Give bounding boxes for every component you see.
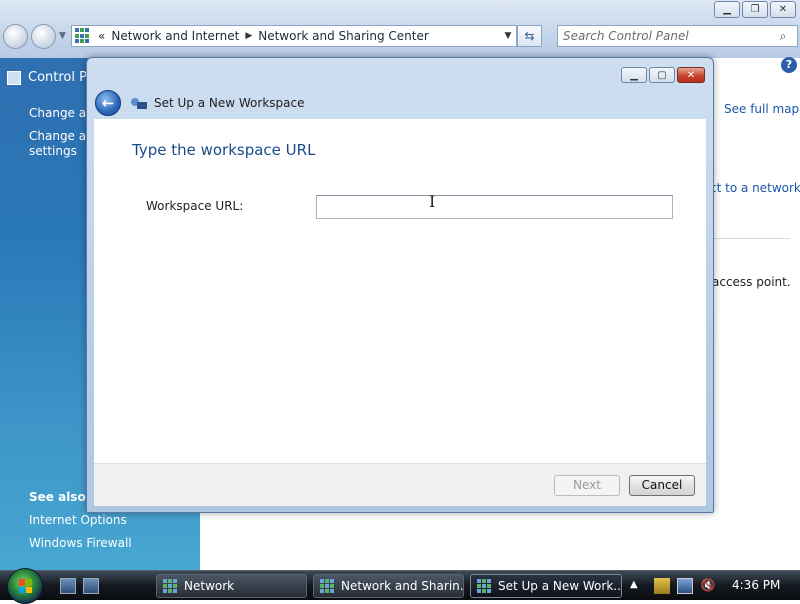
show-hidden-icons-icon[interactable]: ▲: [630, 579, 638, 590]
search-icon[interactable]: ⌕: [773, 29, 793, 44]
volume-muted-icon[interactable]: 🔇: [700, 578, 716, 594]
dialog-minimize-button[interactable]: ▁: [621, 67, 647, 83]
address-dropdown-icon[interactable]: ▼: [500, 31, 516, 41]
restore-icon: ❐: [750, 4, 760, 15]
see-also-internet-options[interactable]: Internet Options: [29, 513, 127, 528]
see-also-heading: See also: [29, 490, 86, 504]
search-box: ⌕: [557, 25, 798, 47]
task-link-change-adapter[interactable]: Change ad: [29, 106, 94, 121]
connect-to-network-link[interactable]: ct to a network: [710, 181, 800, 195]
see-full-map-link[interactable]: See full map: [724, 102, 799, 116]
task-link-settings[interactable]: settings: [29, 144, 77, 159]
breadcrumb-separator-icon[interactable]: ▶: [242, 31, 255, 41]
switch-windows-icon[interactable]: [83, 578, 99, 594]
help-icon[interactable]: ?: [781, 57, 797, 73]
task-link-change-advanced[interactable]: Change ad: [29, 129, 94, 144]
new-workspace-wizard: ▁ ▢ ✕ ← Set Up a New Workspace Type the …: [86, 57, 714, 513]
minimize-button[interactable]: ▁: [714, 1, 740, 18]
minimize-icon: ▁: [630, 69, 638, 81]
recent-pages-chevron-icon[interactable]: ▼: [59, 31, 66, 41]
close-icon: ✕: [778, 4, 788, 15]
address-bar[interactable]: « Network and Internet ▶ Network and Sha…: [71, 25, 517, 47]
dialog-close-button[interactable]: ✕: [677, 67, 705, 83]
control-panel-icon: [75, 28, 91, 44]
taskbar-label: Network and Sharin...: [341, 579, 464, 593]
maximize-icon: ▢: [657, 69, 667, 81]
back-arrow-icon: ←: [101, 94, 115, 112]
window-controls: ▁ ❐ ✕: [714, 1, 796, 18]
breadcrumb-overflow[interactable]: «: [95, 29, 108, 43]
divider: [714, 238, 790, 239]
back-nav-button[interactable]: [3, 24, 28, 49]
control-panel-small-icon: [7, 71, 21, 85]
taskbar-button-new-workspace[interactable]: Set Up a New Work...: [470, 574, 622, 598]
refresh-button[interactable]: ⇆: [517, 25, 542, 47]
workspace-wizard-icon: [477, 578, 492, 594]
clock[interactable]: 4:36 PM: [732, 578, 780, 592]
workspace-url-input[interactable]: [316, 195, 673, 219]
taskbar-button-network[interactable]: Network: [156, 574, 307, 598]
close-button[interactable]: ✕: [770, 1, 796, 18]
forward-nav-button[interactable]: [31, 24, 56, 49]
search-input[interactable]: [558, 27, 773, 45]
access-point-text: access point.: [712, 275, 791, 289]
security-tray-icon[interactable]: [654, 578, 670, 594]
refresh-icon: ⇆: [524, 29, 535, 43]
explorer-toolbar: ▁ ❐ ✕ ▼ « Network and Internet ▶ Network…: [0, 0, 800, 58]
control-panel-home-link[interactable]: Control Pa: [28, 70, 94, 85]
dialog-window-controls: ▁ ▢ ✕: [621, 67, 705, 83]
show-desktop-icon[interactable]: [60, 578, 76, 594]
text-cursor-icon: I: [429, 192, 436, 211]
network-tray-icon[interactable]: [677, 578, 693, 594]
dialog-footer: Next Cancel: [94, 463, 706, 506]
taskbar-label: Set Up a New Work...: [498, 579, 622, 593]
network-icon: [163, 578, 178, 594]
next-button[interactable]: Next: [554, 475, 620, 496]
wizard-back-button[interactable]: ←: [95, 90, 121, 116]
maximize-button[interactable]: ❐: [742, 1, 768, 18]
breadcrumb-network-internet[interactable]: Network and Internet: [108, 29, 242, 43]
taskbar: Network Network and Sharin... Set Up a N…: [0, 568, 800, 604]
dialog-title: Set Up a New Workspace: [154, 96, 305, 110]
dialog-header: ← Set Up a New Workspace: [95, 88, 705, 118]
taskbar-label: Network: [184, 579, 235, 593]
windows-logo-icon: [19, 579, 33, 593]
start-button[interactable]: [7, 568, 43, 604]
dialog-maximize-button[interactable]: ▢: [649, 67, 675, 83]
dialog-content: Type the workspace URL Workspace URL: I: [94, 119, 706, 463]
taskbar-button-sharing-center[interactable]: Network and Sharin...: [313, 574, 464, 598]
close-icon: ✕: [686, 69, 696, 81]
control-panel-icon: [320, 578, 335, 594]
cancel-button[interactable]: Cancel: [629, 475, 695, 496]
workspace-wizard-icon: [131, 96, 147, 110]
breadcrumb-network-sharing-center[interactable]: Network and Sharing Center: [255, 29, 432, 43]
minimize-icon: ▁: [723, 4, 731, 15]
workspace-url-label: Workspace URL:: [146, 199, 244, 213]
main-instruction: Type the workspace URL: [132, 141, 316, 159]
see-also-windows-firewall[interactable]: Windows Firewall: [29, 536, 132, 551]
